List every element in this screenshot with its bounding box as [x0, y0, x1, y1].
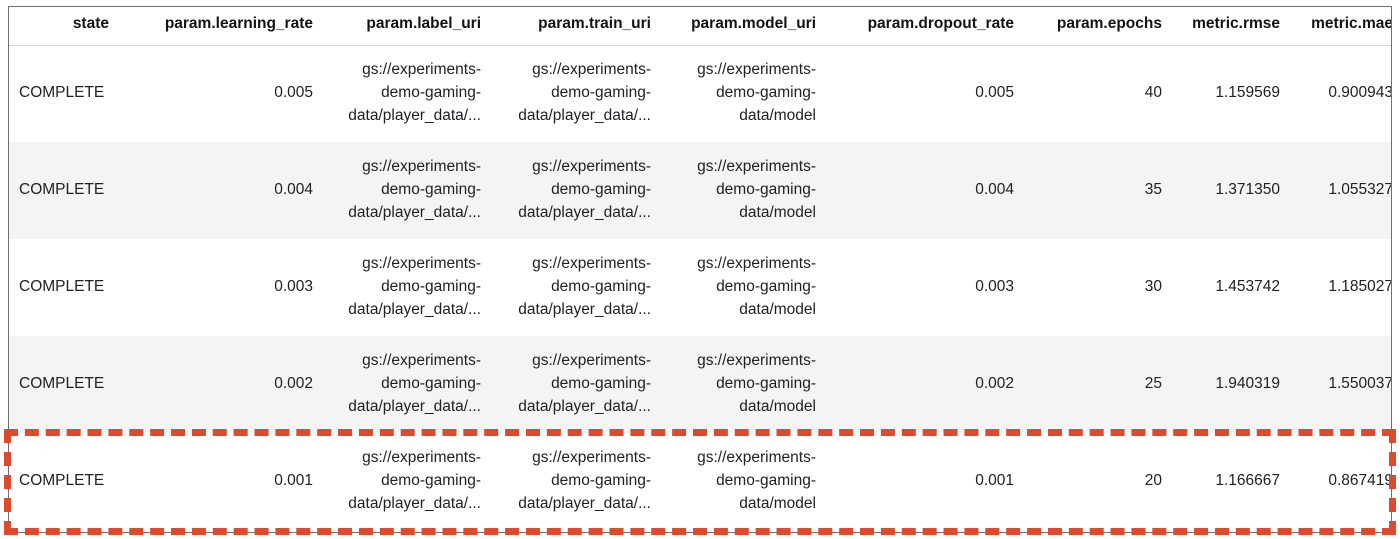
column-header-epochs[interactable]: param.epochs [1022, 7, 1170, 46]
cell-dropout-rate: 0.002 [975, 375, 1014, 393]
cell-epochs: 20 [1144, 472, 1162, 490]
cell-learning-rate: 0.002 [274, 375, 313, 393]
cell-state: COMPLETE [19, 181, 105, 199]
cell-state: COMPLETE [19, 472, 105, 490]
cell-train-uri: gs://experiments-demo-gaming-data/player… [518, 255, 651, 318]
cell-mae: 1.550037 [1328, 375, 1392, 393]
cell-model-uri: gs://experiments-demo-gaming-data/model [697, 352, 816, 415]
cell-mae: 0.900943 [1328, 84, 1392, 102]
cell-mae: 1.185027 [1328, 278, 1392, 296]
column-header-state[interactable]: state [9, 7, 117, 46]
cell-rmse: 1.940319 [1215, 375, 1280, 393]
table-row-highlighted[interactable]: COMPLETE 0.001 gs://experiments-demo-gam… [9, 433, 1392, 530]
column-header-model-uri[interactable]: param.model_uri [659, 7, 824, 46]
cell-dropout-rate: 0.005 [975, 84, 1014, 102]
cell-mae: 0.867419 [1328, 472, 1392, 490]
cell-label-uri: gs://experiments-demo-gaming-data/player… [348, 449, 481, 512]
cell-epochs: 40 [1144, 84, 1162, 102]
table-row[interactable]: COMPLETE 0.005 gs://experiments-demo-gam… [9, 45, 1392, 142]
cell-dropout-rate: 0.003 [975, 278, 1014, 296]
cell-label-uri: gs://experiments-demo-gaming-data/player… [348, 255, 481, 318]
cell-model-uri: gs://experiments-demo-gaming-data/model [697, 449, 816, 512]
table-header-row: state param.learning_rate param.label_ur… [9, 7, 1391, 46]
cell-state: COMPLETE [19, 84, 105, 102]
cell-epochs: 25 [1144, 375, 1162, 393]
column-header-learning-rate[interactable]: param.learning_rate [117, 7, 321, 46]
cell-rmse: 1.453742 [1215, 278, 1280, 296]
table-row[interactable]: COMPLETE 0.002 gs://experiments-demo-gam… [9, 336, 1392, 433]
cell-dropout-rate: 0.001 [975, 472, 1014, 490]
column-header-train-uri[interactable]: param.train_uri [489, 7, 659, 46]
column-header-rmse[interactable]: metric.rmse [1170, 7, 1288, 46]
cell-rmse: 1.159569 [1215, 84, 1280, 102]
cell-epochs: 30 [1144, 278, 1162, 296]
cell-epochs: 35 [1144, 181, 1162, 199]
cell-state: COMPLETE [19, 278, 105, 296]
cell-state: COMPLETE [19, 375, 105, 393]
experiment-runs-table: state param.learning_rate param.label_ur… [9, 7, 1392, 530]
cell-label-uri: gs://experiments-demo-gaming-data/player… [348, 61, 481, 125]
table-header: state param.learning_rate param.label_ur… [9, 7, 1391, 46]
cell-train-uri: gs://experiments-demo-gaming-data/player… [518, 158, 651, 221]
table-row[interactable]: COMPLETE 0.004 gs://experiments-demo-gam… [9, 142, 1392, 239]
experiment-runs-table-frame: state param.learning_rate param.label_ur… [8, 6, 1392, 533]
table-row[interactable]: COMPLETE 0.003 gs://experiments-demo-gam… [9, 239, 1392, 336]
column-header-dropout-rate[interactable]: param.dropout_rate [824, 7, 1022, 46]
cell-learning-rate: 0.003 [274, 278, 313, 296]
cell-model-uri: gs://experiments-demo-gaming-data/model [697, 158, 816, 221]
column-header-label-uri[interactable]: param.label_uri [321, 7, 489, 46]
cell-label-uri: gs://experiments-demo-gaming-data/player… [348, 158, 481, 221]
cell-learning-rate: 0.005 [274, 84, 313, 102]
cell-train-uri: gs://experiments-demo-gaming-data/player… [518, 352, 651, 415]
screenshot-viewport: state param.learning_rate param.label_ur… [0, 0, 1400, 539]
cell-train-uri: gs://experiments-demo-gaming-data/player… [518, 449, 651, 512]
cell-learning-rate: 0.001 [274, 472, 313, 490]
cell-train-uri: gs://experiments-demo-gaming-data/player… [518, 61, 651, 125]
cell-model-uri: gs://experiments-demo-gaming-data/model [697, 61, 816, 125]
cell-mae: 1.055327 [1328, 181, 1392, 199]
column-header-mae[interactable]: metric.mae [1288, 7, 1391, 46]
cell-label-uri: gs://experiments-demo-gaming-data/player… [348, 352, 481, 415]
cell-model-uri: gs://experiments-demo-gaming-data/model [697, 255, 816, 318]
cell-dropout-rate: 0.004 [975, 181, 1014, 199]
cell-rmse: 1.371350 [1215, 181, 1280, 199]
table-body: COMPLETE 0.005 gs://experiments-demo-gam… [9, 45, 1392, 530]
cell-learning-rate: 0.004 [274, 181, 313, 199]
cell-rmse: 1.166667 [1215, 472, 1280, 490]
